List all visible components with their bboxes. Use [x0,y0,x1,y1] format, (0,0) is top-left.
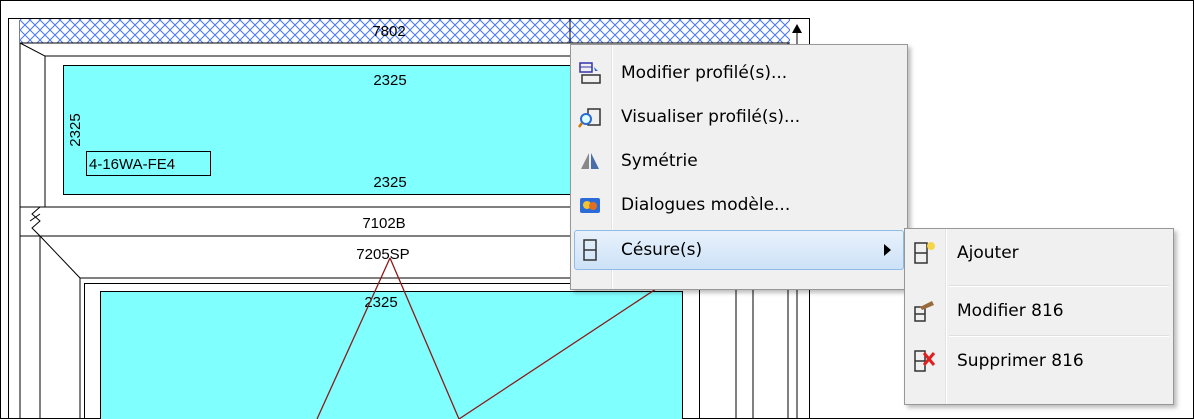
submenu-item-label: Ajouter [957,243,1019,263]
submenu-item-delete[interactable]: Supprimer 816 [908,343,1170,379]
symmetry-icon [576,147,604,175]
menu-item-splits[interactable]: Césure(s) [574,230,904,270]
menu-item-model-dialogs[interactable]: Dialogues modèle... [574,187,904,223]
transom-left-notch [31,206,41,237]
model-dialog-icon [576,191,604,219]
submenu-item-add[interactable]: Ajouter [908,235,1170,271]
menu-item-label: Visualiser profilé(s)... [621,107,801,127]
submenu-item-modify[interactable]: Modifier 816 [908,293,1170,329]
transom-profile-label: 7102B [362,215,405,232]
split-delete-icon [910,347,938,375]
menu-item-label: Césure(s) [621,240,703,260]
split-add-icon [910,239,938,267]
glass-side-height-label: 2325 [67,113,84,146]
menu-item-view-profiles[interactable]: Visualiser profilé(s)... [574,99,904,135]
menu-item-modify-profiles[interactable]: Modifier profilé(s)... [574,55,904,91]
submenu-separator [949,335,1169,337]
view-profile-icon [576,103,604,131]
upper-panel-bevel-left [19,42,46,208]
submenu-item-label: Modifier 816 [957,301,1064,321]
menu-item-symmetry[interactable]: Symétrie [574,143,904,179]
menu-item-label: Dialogues modèle... [621,195,791,215]
glass-top-width-label: 2325 [373,72,406,89]
context-menu: Modifier profilé(s)... Visualiser profil… [570,44,908,290]
transom-profile[interactable] [20,206,570,237]
submenu-separator [949,285,1169,287]
edit-profile-icon [576,59,604,87]
splits-submenu: Ajouter Modifier 816 Supprimer 816 [904,228,1174,405]
menu-item-label: Symétrie [621,151,698,171]
split-edit-icon [910,297,938,325]
glass-type-label: 4-16WA-FE4 [89,156,175,173]
submenu-arrow-icon [884,244,891,256]
split-icon [576,236,604,264]
dimension-arrow-icon [792,24,802,33]
menu-item-label: Modifier profilé(s)... [621,63,788,83]
top-profile-label: 7802 [372,23,405,40]
sash-bevel-left [39,235,81,419]
sash-profile-label: 7205SP [356,246,409,263]
submenu-item-label: Supprimer 816 [957,351,1084,371]
glass-bottom-width-label: 2325 [373,174,406,191]
